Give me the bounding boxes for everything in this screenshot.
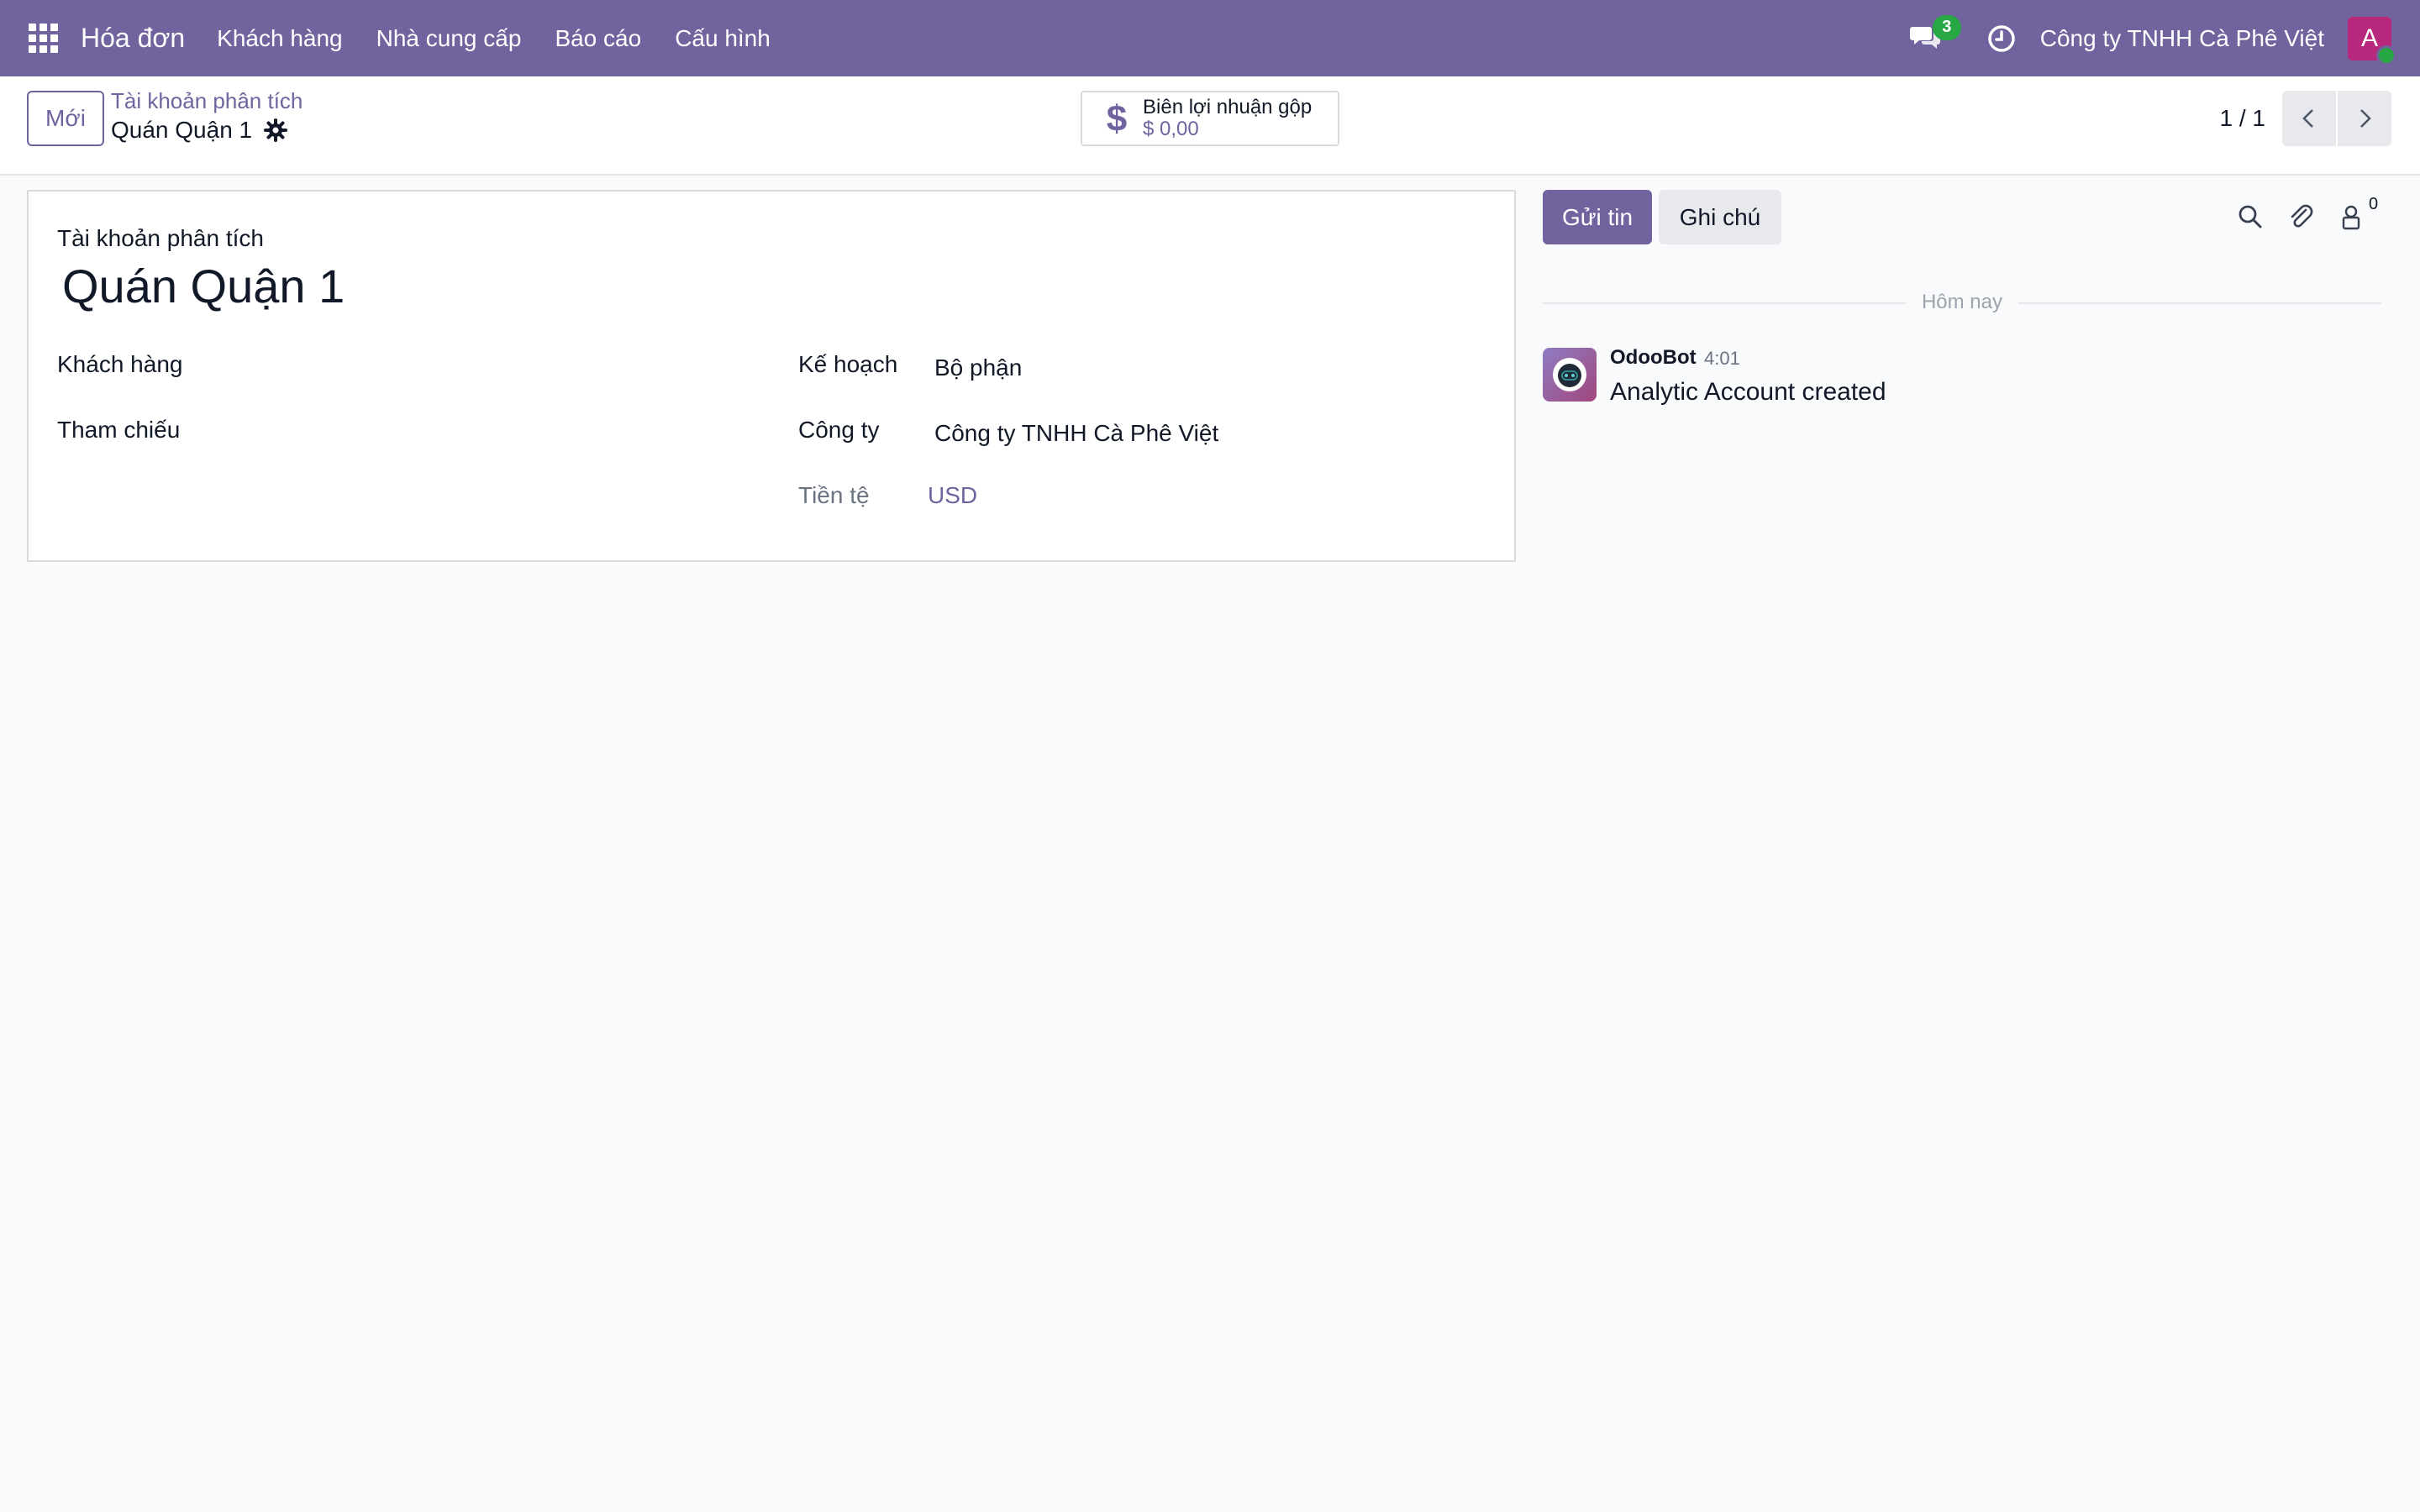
pager-value[interactable]: 1 / 1 — [2220, 105, 2265, 132]
chatter: Gửi tin Ghi chú 0 Hôm nay OdooBot 4:01 A… — [1543, 190, 2383, 526]
chevron-right-icon — [2360, 109, 2371, 128]
plan-label: Kế hoạch — [798, 351, 898, 377]
reference-field[interactable] — [197, 412, 785, 445]
message-time: 4:01 — [1704, 348, 1740, 369]
user-avatar[interactable]: A — [2348, 16, 2396, 66]
menu-reporting[interactable]: Báo cáo — [538, 25, 658, 52]
company-switcher[interactable]: Công ty TNHH Cà Phê Việt — [2040, 25, 2324, 52]
app-name[interactable]: Hóa đơn — [81, 23, 185, 54]
pager: 1 / 1 — [2220, 91, 2391, 146]
control-panel: Mới Tài khoản phân tích Quán Quận 1 $ Bi… — [0, 76, 2420, 176]
follower-icon[interactable] — [2336, 202, 2366, 232]
chevron-left-icon — [2302, 109, 2313, 128]
search-icon[interactable] — [2235, 202, 2265, 232]
stat-text: Biên lợi nhuận gộp $ 0,00 — [1143, 97, 1312, 140]
bot-icon — [1553, 358, 1586, 391]
plan-field[interactable]: Bộ phận — [934, 354, 1022, 381]
company-label: Công ty — [798, 417, 880, 443]
avatar-letter: A — [2360, 24, 2378, 52]
currency-label: Tiền tệ — [798, 482, 870, 508]
stat-value: $ 0,00 — [1143, 118, 1199, 140]
currency-field[interactable]: USD — [928, 482, 977, 509]
menu-customers[interactable]: Khách hàng — [200, 25, 359, 52]
date-separator: Hôm nay — [1543, 291, 2381, 313]
record-type-label: Tài khoản phân tích — [57, 225, 264, 251]
top-navbar: Hóa đơn Khách hàng Nhà cung cấp Báo cáo … — [0, 0, 2420, 76]
followers-count: 0 — [2369, 195, 2379, 213]
gross-margin-stat-button[interactable]: $ Biên lợi nhuận gộp $ 0,00 — [1081, 91, 1339, 146]
reference-label: Tham chiếu — [57, 417, 181, 443]
breadcrumb: Tài khoản phân tích Quán Quận 1 — [111, 88, 302, 144]
customer-field[interactable] — [197, 346, 785, 380]
log-note-button[interactable]: Ghi chú — [1659, 190, 1781, 244]
breadcrumb-parent-link[interactable]: Tài khoản phân tích — [111, 88, 302, 117]
gear-icon[interactable] — [264, 118, 288, 142]
pager-previous-button[interactable] — [2282, 91, 2336, 146]
odoobot-avatar[interactable] — [1543, 348, 1597, 402]
message-author[interactable]: OdooBot — [1610, 346, 1697, 370]
messages-button[interactable]: 3 — [1909, 14, 1961, 57]
pager-next-button[interactable] — [2338, 91, 2391, 146]
new-button[interactable]: Mới — [27, 91, 104, 146]
svg-text:$: $ — [1107, 99, 1127, 138]
send-message-button[interactable]: Gửi tin — [1543, 190, 1652, 244]
breadcrumb-current-label: Quán Quận 1 — [111, 117, 253, 143]
stat-label: Biên lợi nhuận gộp — [1143, 96, 1313, 118]
breadcrumb-current: Quán Quận 1 — [111, 117, 302, 144]
app-grid-icon[interactable] — [29, 23, 59, 54]
clock-icon — [1988, 24, 2015, 52]
menu-configuration[interactable]: Cấu hình — [658, 25, 787, 52]
customer-label: Khách hàng — [57, 351, 183, 377]
form-sheet: Tài khoản phân tích Quán Quận 1 Khách hà… — [27, 190, 1516, 562]
messages-count-badge: 3 — [1932, 14, 1961, 40]
menu-vendors[interactable]: Nhà cung cấp — [360, 25, 539, 52]
paperclip-icon[interactable] — [2286, 202, 2316, 232]
date-separator-label: Hôm nay — [1921, 291, 2003, 313]
record-name-field[interactable]: Quán Quận 1 — [62, 259, 345, 313]
activities-button[interactable] — [1986, 24, 2017, 54]
company-field[interactable]: Công ty TNHH Cà Phê Việt — [934, 420, 1218, 447]
navbar-systray: 3 Công ty TNHH Cà Phê Việt A — [1909, 0, 2420, 76]
message-body: Analytic Account created — [1610, 378, 1886, 406]
online-status-indicator — [2376, 45, 2396, 66]
dollar-icon: $ — [1107, 99, 1127, 138]
